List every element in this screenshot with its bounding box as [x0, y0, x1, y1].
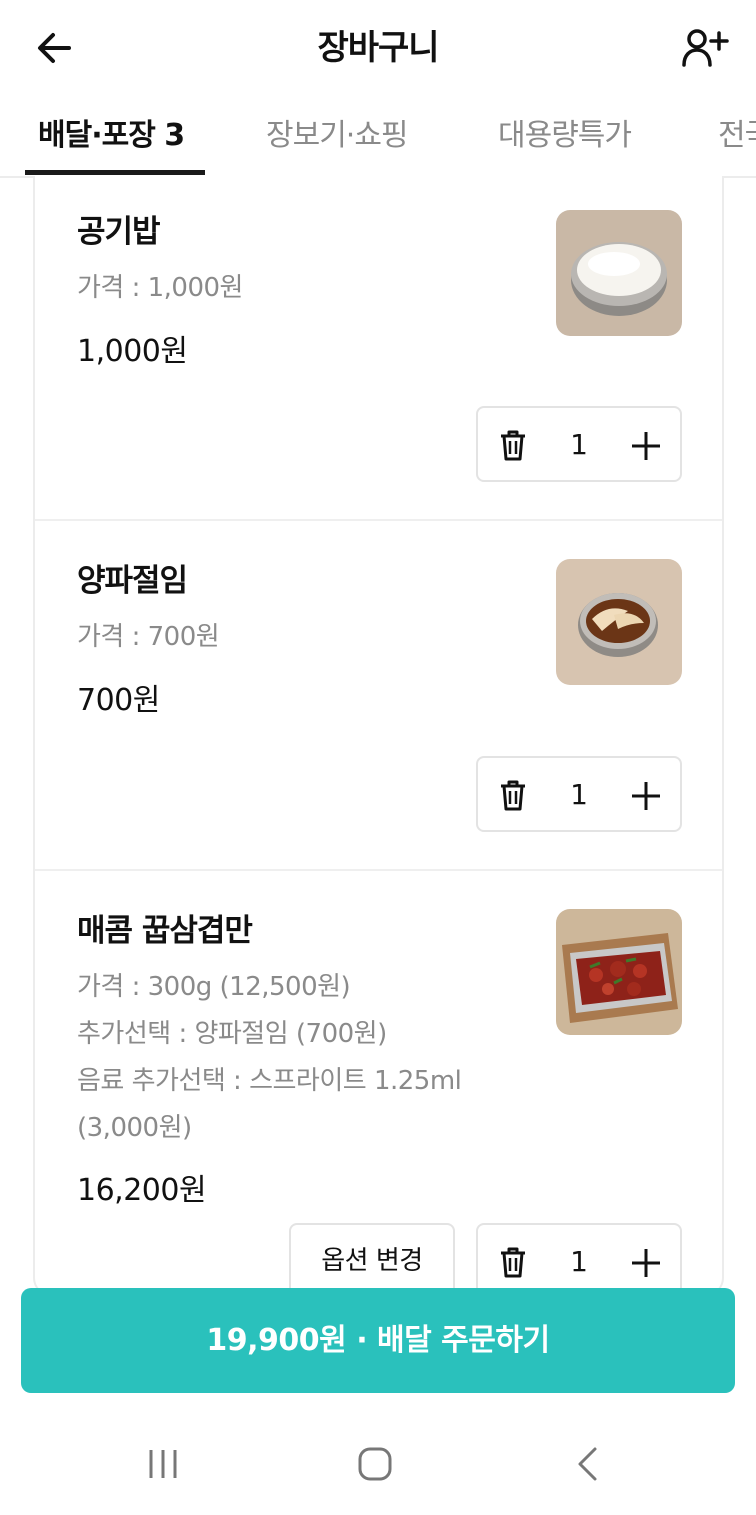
trash-icon: [501, 780, 525, 811]
cart-item: 양파절임 가격 : 700원 700원 1: [35, 521, 722, 871]
item-price: 16,200원: [77, 1173, 207, 1208]
trash-icon: [501, 1247, 525, 1278]
person-add-icon: [682, 29, 729, 67]
quantity-value: 1: [570, 428, 588, 461]
tab-nationwide[interactable]: 전국: [718, 116, 756, 156]
item-option-text: 추가선택 : 양파절임 (700원): [77, 1019, 387, 1049]
recent-apps-button[interactable]: [133, 1442, 193, 1486]
item-option-text: 가격 : 700원: [77, 622, 220, 652]
pickled-onion-photo[interactable]: [556, 559, 682, 685]
delivery-order-button[interactable]: 19,900원 · 배달 주문하기: [21, 1288, 735, 1393]
item-price: 1,000원: [77, 334, 188, 369]
cart-item: 매콤 꿉삼겹만 가격 : 300g (12,500원) 추가선택 : 양파절임 …: [35, 871, 722, 1294]
cart-item-list: 공기밥 가격 : 1,000원 1,000원 1 양파절임 가격: 700원 …: [33, 176, 724, 1296]
rice-bowl-photo[interactable]: [556, 210, 682, 336]
recent-apps-icon: [149, 1450, 177, 1478]
option-change-button[interactable]: 옵션 변경: [289, 1223, 455, 1294]
quantity-value: 1: [570, 1245, 588, 1278]
cart-item: 공기밥 가격 : 1,000원 1,000원 1: [35, 176, 722, 521]
item-name: 양파절임: [77, 563, 188, 599]
increase-quantity-button[interactable]: [626, 776, 666, 816]
tab-delivery-pickup[interactable]: 배달·포장 3: [38, 116, 185, 156]
plus-icon: [632, 782, 660, 810]
home-icon: [358, 1447, 392, 1481]
delete-button[interactable]: [494, 775, 532, 815]
invite-button[interactable]: [678, 24, 732, 72]
item-option-text: 음료 추가선택 : 스프라이트 1.25ml: [77, 1066, 462, 1096]
plus-icon: [632, 1249, 660, 1277]
tab-bulk-deals[interactable]: 대용량특가: [498, 116, 632, 156]
item-name: 매콤 꿉삼겹만: [77, 913, 253, 949]
item-option-text: 가격 : 300g (12,500원): [77, 972, 351, 1002]
item-price: 700원: [77, 683, 160, 718]
active-tab-indicator: [25, 170, 205, 175]
item-name: 공기밥: [77, 214, 161, 250]
quantity-stepper: 1: [476, 406, 682, 482]
quantity-stepper: 1: [476, 1223, 682, 1294]
plus-icon: [632, 432, 660, 460]
system-back-button[interactable]: [557, 1442, 617, 1486]
item-option-text: (3,000원): [77, 1113, 192, 1143]
category-tabs: 배달·포장 3 장보기·쇼핑 대용량특가 전국: [0, 98, 756, 178]
delete-button[interactable]: [494, 425, 532, 465]
page-title: 장바구니: [317, 28, 439, 68]
item-option-text: 가격 : 1,000원: [77, 273, 243, 303]
quantity-value: 1: [570, 778, 588, 811]
tab-grocery-shopping[interactable]: 장보기·쇼핑: [266, 116, 409, 156]
increase-quantity-button[interactable]: [626, 426, 666, 466]
spicy-pork-box-photo[interactable]: [556, 909, 682, 1035]
system-navigation-bar: [0, 1410, 756, 1515]
quantity-stepper: 1: [476, 756, 682, 832]
system-back-icon: [578, 1447, 597, 1481]
home-button[interactable]: [345, 1442, 405, 1486]
increase-quantity-button[interactable]: [626, 1243, 666, 1283]
delete-button[interactable]: [494, 1242, 532, 1282]
trash-icon: [501, 430, 525, 461]
app-header: 장바구니: [0, 0, 756, 98]
